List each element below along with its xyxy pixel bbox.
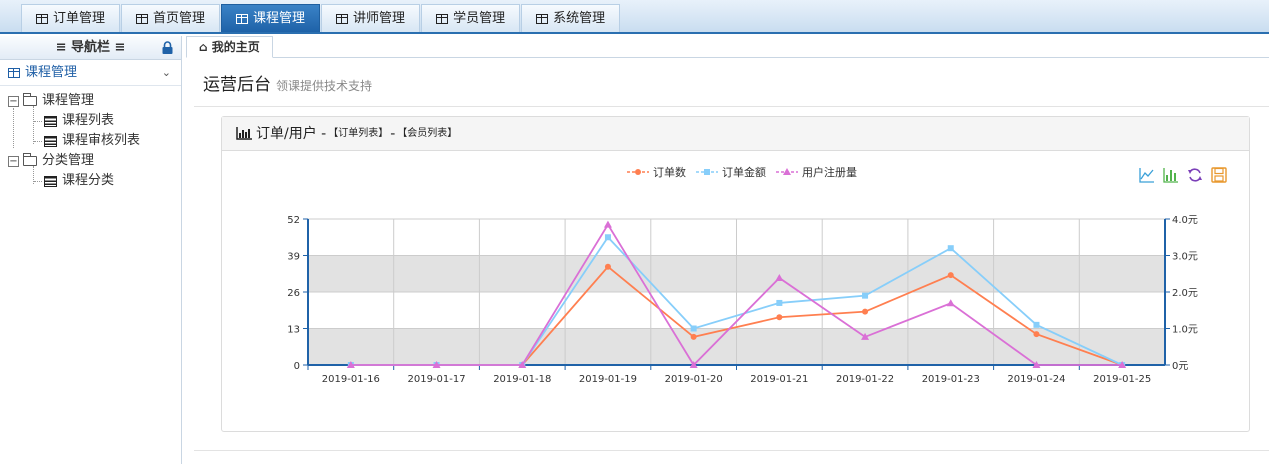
module-tabs: 订单管理 首页管理 课程管理 讲师管理 学员管理 系统管理 <box>21 4 621 32</box>
y-tick-label-left: 39 <box>287 252 300 263</box>
data-point <box>776 299 783 306</box>
order-list-link[interactable]: 【订单列表】 <box>328 117 388 151</box>
list-icon <box>44 115 57 127</box>
tree-node-category-mgmt[interactable]: − 分类管理 <box>0 151 181 171</box>
x-tick-label: 2019-01-17 <box>407 374 465 385</box>
grid-icon <box>136 13 149 24</box>
grid-icon <box>36 13 48 24</box>
separator: - <box>390 125 396 142</box>
page-title: 运营后台 领课提供技术支持 <box>203 70 372 95</box>
x-tick-label: 2019-01-16 <box>322 374 380 385</box>
x-tick-label: 2019-01-25 <box>1093 374 1151 385</box>
line-chart: 0 13 26 39 52 0元 1.0元 2.0元 3.0元 4.0元 2019-01-16 201… <box>287 215 1198 385</box>
nav-tab-1[interactable]: 首页管理 <box>121 4 221 32</box>
list-icon <box>44 175 57 187</box>
data-point <box>604 263 611 270</box>
data-point <box>604 234 611 241</box>
nav-tab-label: 首页管理 <box>153 10 206 26</box>
data-point <box>1033 331 1040 338</box>
x-tick-label: 2019-01-22 <box>836 374 894 385</box>
chevron-down-icon: ⌄ <box>161 66 171 79</box>
chart-panel: 订单/用户 - 【订单列表】 - 【会员列表】 订单数 订单金额 用户注册量 0… <box>221 116 1250 432</box>
data-point <box>603 220 612 228</box>
x-tick-label: 2019-01-23 <box>922 374 980 385</box>
page-subtitle: 领课提供技术支持 <box>276 79 373 93</box>
data-point <box>946 299 955 307</box>
y-tick-label-right: 2.0元 <box>1172 288 1198 299</box>
tree-node-label: 分类管理 <box>42 153 95 168</box>
tab-my-home[interactable]: ⌂ 我的主页 <box>186 36 273 58</box>
collapse-icon[interactable]: − <box>8 155 19 167</box>
x-tick-label: 2019-01-19 <box>579 374 637 385</box>
tree-node-course-mgmt[interactable]: − 课程管理 <box>0 91 181 111</box>
panel-header: 订单/用户 - 【订单列表】 - 【会员列表】 <box>222 117 1249 151</box>
grid-icon <box>8 67 20 78</box>
y-tick-label-right: 1.0元 <box>1172 325 1198 336</box>
grid-icon <box>536 13 549 24</box>
bar-chart-icon <box>236 127 252 140</box>
tree-node-label: 课程列表 <box>62 113 115 128</box>
data-point <box>1033 321 1040 328</box>
y-tick-label-right: 4.0元 <box>1172 215 1198 226</box>
top-navbar: 订单管理 首页管理 课程管理 讲师管理 学员管理 系统管理 <box>0 0 1269 34</box>
y-tick-label-left: 13 <box>287 325 300 336</box>
lock-icon[interactable] <box>162 41 173 54</box>
tree-node-label: 课程分类 <box>62 173 115 188</box>
grid-icon <box>236 13 249 24</box>
sidebar-title: ≡ 导航栏 ≡ <box>55 40 126 55</box>
data-point <box>947 245 954 252</box>
nav-tab-0[interactable]: 订单管理 <box>21 4 121 32</box>
nav-tab-label: 学员管理 <box>453 10 506 26</box>
x-tick-label: 2019-01-20 <box>665 374 723 385</box>
tree-node-course-list[interactable]: 课程列表 <box>0 111 181 131</box>
data-point <box>776 314 783 321</box>
sidebar-section-course[interactable]: 课程管理 ⌄ <box>0 60 181 86</box>
data-point <box>947 272 954 279</box>
collapse-icon[interactable]: − <box>8 95 19 107</box>
panel-title: 订单/用户 - <box>256 125 327 142</box>
sidebar: ≡ 导航栏 ≡ 课程管理 ⌄ − 课程管理 课程列表 课程审核列表 − 分类管理… <box>0 36 182 464</box>
y-tick-label-left: 0 <box>294 361 300 372</box>
y-tick-label-right: 0元 <box>1172 361 1188 372</box>
data-point <box>690 325 697 332</box>
nav-tab-2[interactable]: 课程管理 <box>221 4 321 32</box>
nav-tab-3[interactable]: 讲师管理 <box>321 4 421 32</box>
y-tick-label-left: 52 <box>287 215 300 226</box>
tree-node-course-review-list[interactable]: 课程审核列表 <box>0 131 181 151</box>
x-tick-label: 2019-01-21 <box>750 374 808 385</box>
home-icon: ⌂ <box>199 40 208 54</box>
sidebar-header: ≡ 导航栏 ≡ <box>0 36 181 60</box>
data-point <box>690 333 697 340</box>
nav-tab-label: 讲师管理 <box>353 10 406 26</box>
x-tick-label: 2019-01-18 <box>493 374 551 385</box>
page-title-text: 运营后台 <box>203 75 271 95</box>
nav-tab-label: 系统管理 <box>553 10 606 26</box>
tab-label: 我的主页 <box>211 40 260 54</box>
nav-tab-5[interactable]: 系统管理 <box>521 4 621 32</box>
nav-tab-4[interactable]: 学员管理 <box>421 4 521 32</box>
x-tick-label: 2019-01-24 <box>1007 374 1065 385</box>
tree-node-course-category[interactable]: 课程分类 <box>0 171 181 191</box>
folder-open-icon <box>23 93 37 106</box>
nav-tree: − 课程管理 课程列表 课程审核列表 − 分类管理 课程分类 <box>0 86 181 191</box>
data-point <box>862 292 869 299</box>
sidebar-section-label: 课程管理 <box>25 64 78 80</box>
member-list-link[interactable]: 【会员列表】 <box>397 117 457 151</box>
y-tick-label-right: 3.0元 <box>1172 252 1198 263</box>
nav-tab-label: 课程管理 <box>253 10 306 26</box>
list-icon <box>44 135 57 147</box>
nav-tab-label: 订单管理 <box>53 10 106 26</box>
folder-open-icon <box>23 153 37 166</box>
grid-icon <box>436 13 449 24</box>
tree-node-label: 课程管理 <box>42 93 95 108</box>
main-content: ⌂ 我的主页 运营后台 领课提供技术支持 订单/用户 - 【订单列表】 - 【会员… <box>186 36 1269 464</box>
grid-icon <box>336 13 349 24</box>
data-point <box>862 308 869 315</box>
y-tick-label-left: 26 <box>287 288 300 299</box>
tree-node-label: 课程审核列表 <box>62 133 141 148</box>
